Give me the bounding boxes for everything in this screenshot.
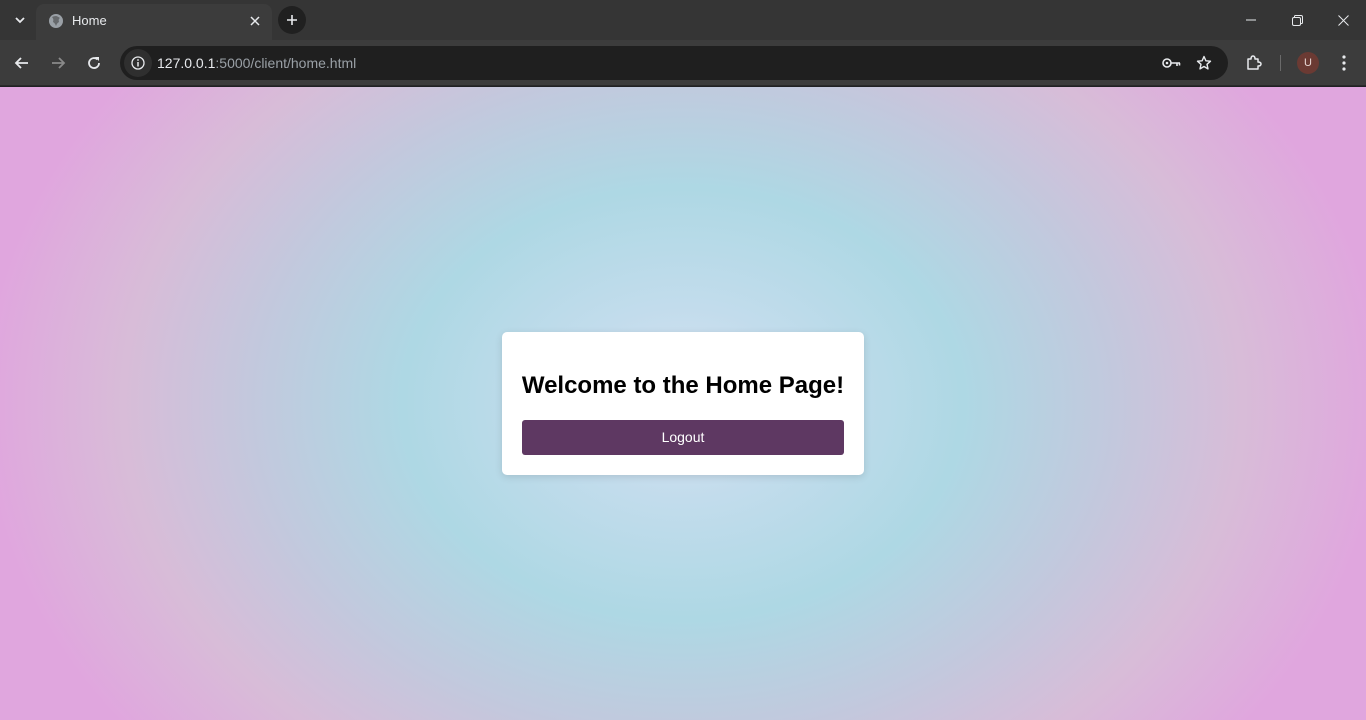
- bookmark-button[interactable]: [1192, 51, 1216, 75]
- arrow-left-icon: [14, 55, 30, 71]
- menu-button[interactable]: [1330, 49, 1358, 77]
- url-text[interactable]: 127.0.0.1:5000/client/home.html: [157, 55, 356, 71]
- extensions-button[interactable]: [1240, 49, 1268, 77]
- restore-icon: [1291, 14, 1303, 26]
- browser-window: Home 127.0.0.1:5000/client/home.html U W…: [0, 0, 1366, 720]
- restore-button[interactable]: [1274, 0, 1320, 40]
- reload-icon: [86, 55, 102, 71]
- globe-icon: [48, 13, 64, 29]
- tab-home[interactable]: Home: [36, 4, 272, 40]
- page-title: Welcome to the Home Page!: [521, 372, 845, 399]
- star-icon: [1196, 55, 1212, 71]
- profile-avatar[interactable]: U: [1297, 52, 1319, 74]
- minimize-icon: [1246, 15, 1256, 25]
- forward-button[interactable]: [44, 49, 72, 77]
- back-button[interactable]: [8, 49, 36, 77]
- tab-strip: Home: [0, 0, 1366, 40]
- new-tab-button[interactable]: [278, 6, 306, 34]
- arrow-right-icon: [50, 55, 66, 71]
- minimize-button[interactable]: [1228, 0, 1274, 40]
- plus-icon: [286, 14, 298, 26]
- info-icon: [131, 56, 145, 70]
- url-host: 127.0.0.1: [157, 55, 216, 71]
- address-bar[interactable]: 127.0.0.1:5000/client/home.html: [120, 46, 1228, 80]
- chevron-down-icon: [14, 14, 26, 26]
- key-icon: [1162, 57, 1182, 69]
- browser-toolbar: 127.0.0.1:5000/client/home.html U: [0, 40, 1366, 86]
- site-info-button[interactable]: [124, 49, 152, 77]
- close-window-button[interactable]: [1320, 0, 1366, 40]
- tab-close-icon[interactable]: [246, 12, 264, 30]
- logout-button[interactable]: Logout: [522, 420, 844, 455]
- url-path: :5000/client/home.html: [215, 55, 357, 71]
- close-icon: [1337, 14, 1349, 26]
- tab-search-button[interactable]: [6, 8, 34, 32]
- puzzle-icon: [1245, 54, 1263, 72]
- tab-title: Home: [72, 13, 107, 28]
- welcome-card: Welcome to the Home Page! Logout: [502, 332, 864, 475]
- page-viewport: Welcome to the Home Page! Logout: [0, 87, 1366, 720]
- kebab-menu-icon: [1342, 55, 1346, 71]
- password-key-button[interactable]: [1160, 51, 1184, 75]
- toolbar-divider: [1280, 55, 1281, 71]
- reload-button[interactable]: [80, 49, 108, 77]
